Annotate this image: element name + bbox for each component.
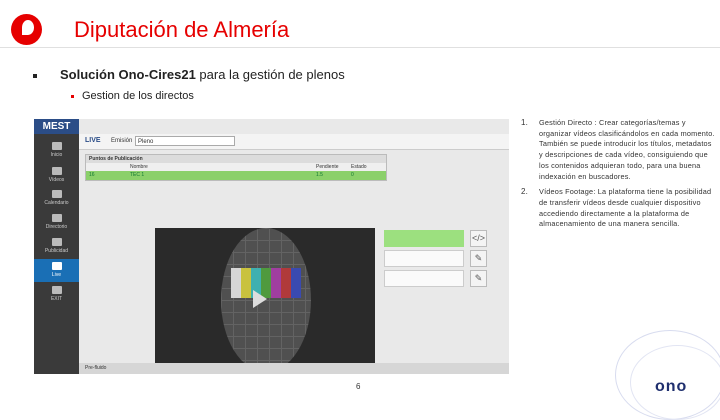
page-title: Diputación de Almería bbox=[74, 17, 290, 42]
page-number: 6 bbox=[356, 382, 361, 391]
app-footer-bar: Pre-fluido bbox=[79, 363, 509, 374]
nav-item-live[interactable]: Live bbox=[34, 259, 79, 282]
play-icon[interactable] bbox=[253, 290, 267, 308]
app-screenshot: MEST Inicio Vídeos Calendario Directorio… bbox=[34, 119, 509, 374]
col-name: Nombre bbox=[130, 164, 148, 170]
bullet-level2: Gestion de los directos bbox=[71, 90, 194, 102]
live-label: LIVE bbox=[85, 137, 101, 144]
ono-logo: ono bbox=[655, 378, 688, 395]
emission-label: Emisión bbox=[111, 138, 133, 144]
app-topbar: LIVE Emisión Pleno bbox=[79, 134, 509, 150]
header-divider bbox=[0, 47, 720, 48]
emission-select[interactable]: Pleno bbox=[135, 136, 235, 146]
calendar-icon bbox=[51, 190, 62, 198]
list-number: 2. bbox=[521, 187, 529, 197]
code-icon[interactable]: </> bbox=[470, 230, 487, 247]
bullet-square-icon bbox=[71, 94, 74, 98]
folder-icon bbox=[51, 214, 62, 222]
list-item: 2. Vídeos Footage: La plataforma tiene l… bbox=[521, 187, 716, 230]
app-brand: MEST bbox=[34, 119, 79, 134]
video-icon bbox=[51, 167, 62, 175]
nav-item-exit[interactable]: EXIT bbox=[34, 283, 79, 306]
stream-row[interactable] bbox=[384, 270, 464, 287]
table-header-row: Nombre Pendiente Estado bbox=[86, 163, 386, 171]
bullet-square-icon bbox=[33, 73, 37, 78]
video-preview[interactable] bbox=[155, 228, 375, 372]
table-title: Puntos de Publicación bbox=[86, 155, 386, 163]
vodafone-logo-icon bbox=[11, 14, 42, 45]
bullet-level2-text: Gestion de los directos bbox=[82, 90, 194, 102]
list-number: 1. bbox=[521, 118, 529, 127]
col-status: Estado bbox=[351, 164, 367, 170]
active-stream-row[interactable] bbox=[384, 230, 464, 247]
home-icon bbox=[51, 142, 62, 150]
nav-item-publicidad[interactable]: Publicidad bbox=[34, 235, 79, 258]
bullet-level1-bold: Solución Ono-Cires21 bbox=[60, 67, 196, 82]
list-text: Vídeos Footage: La plataforma tiene la p… bbox=[539, 187, 712, 229]
edit-icon[interactable]: ✎ bbox=[470, 250, 487, 267]
feature-list: 1. Gestión Directo : Crear categorías/te… bbox=[521, 118, 716, 235]
nav-item-videos[interactable]: Vídeos bbox=[34, 164, 79, 187]
list-text: Gestión Directo : Crear categorías/temas… bbox=[539, 118, 715, 181]
table-row[interactable]: 16 TEC 1 1.5 0 bbox=[86, 171, 386, 180]
col-pending: Pendiente bbox=[316, 164, 339, 170]
exit-icon bbox=[51, 286, 62, 294]
edit-icon[interactable]: ✎ bbox=[470, 270, 487, 287]
bullet-level1-text: para la gestión de plenos bbox=[195, 67, 345, 82]
list-item: 1. Gestión Directo : Crear categorías/te… bbox=[521, 118, 716, 182]
nav-item-directorio[interactable]: Directorio bbox=[34, 211, 79, 234]
app-sidebar: MEST Inicio Vídeos Calendario Directorio… bbox=[34, 119, 79, 374]
stream-row[interactable] bbox=[384, 250, 464, 267]
billboard-icon bbox=[51, 238, 62, 246]
nav-item-calendario[interactable]: Calendario bbox=[34, 187, 79, 210]
nav-item-inicio[interactable]: Inicio bbox=[34, 139, 79, 162]
bullet-level1: Solución Ono-Cires21 para la gestión de … bbox=[33, 67, 345, 82]
publication-table: Puntos de Publicación Nombre Pendiente E… bbox=[85, 154, 387, 181]
app-main: LIVE Emisión Pleno Puntos de Publicación… bbox=[79, 119, 509, 374]
broadcast-icon bbox=[51, 262, 62, 270]
